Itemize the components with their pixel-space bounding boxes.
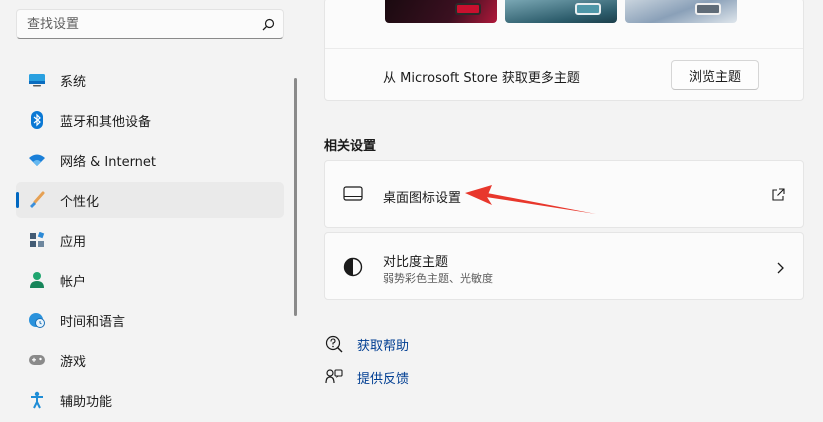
sidebar-nav: 系统 蓝牙和其他设备 网络 & Internet 个性化 应用 帐户 时间和语言… <box>16 62 284 422</box>
theme-color-chip <box>695 3 721 15</box>
chevron-right-icon[interactable] <box>775 260 785 279</box>
search-input[interactable] <box>17 16 253 32</box>
contrast-themes-card[interactable]: 对比度主题 弱势彩色主题、光敏度 <box>324 232 804 300</box>
sidebar-item-label: 游戏 <box>60 354 87 370</box>
sidebar-item-gaming[interactable]: 游戏 <box>16 342 284 378</box>
feedback-icon <box>324 367 344 387</box>
sidebar-item-label: 应用 <box>60 234 87 250</box>
related-settings-title: 相关设置 <box>324 139 377 154</box>
contrast-icon <box>343 257 363 281</box>
store-text: 从 Microsoft Store 获取更多主题 <box>383 71 580 86</box>
theme-color-chip <box>455 3 481 15</box>
card-title: 对比度主题 <box>383 255 449 270</box>
sidebar-item-bluetooth[interactable]: 蓝牙和其他设备 <box>16 102 284 138</box>
wifi-icon <box>28 151 46 169</box>
card-title: 桌面图标设置 <box>383 191 462 206</box>
accessibility-icon <box>28 391 46 409</box>
help-icon <box>324 334 344 354</box>
brush-icon <box>28 191 46 209</box>
desktop-icon <box>343 186 363 206</box>
external-link-icon[interactable] <box>771 187 785 206</box>
sidebar-item-label: 时间和语言 <box>60 314 126 330</box>
search-box[interactable] <box>16 9 284 39</box>
theme-thumbnail-lake[interactable] <box>505 0 617 23</box>
person-icon <box>28 271 46 289</box>
theme-thumbnail-bloom[interactable] <box>625 0 737 23</box>
get-help-link[interactable]: 获取帮助 <box>324 334 409 354</box>
sidebar-item-accessibility[interactable]: 辅助功能 <box>16 382 284 418</box>
link-label: 获取帮助 <box>357 338 410 354</box>
system-monitor-icon <box>28 71 46 89</box>
globe-clock-icon <box>28 311 46 329</box>
sidebar-item-label: 个性化 <box>60 194 100 210</box>
theme-color-chip <box>575 3 601 15</box>
card-subtitle: 弱势彩色主题、光敏度 <box>383 272 493 285</box>
give-feedback-link[interactable]: 提供反馈 <box>324 367 409 387</box>
desktop-icon-settings-card[interactable]: 桌面图标设置 <box>324 160 804 228</box>
theme-thumbnail-dark[interactable] <box>385 0 497 23</box>
browse-themes-button[interactable]: 浏览主题 <box>671 60 759 90</box>
sidebar-item-system[interactable]: 系统 <box>16 62 284 98</box>
sidebar-item-label: 蓝牙和其他设备 <box>60 114 152 130</box>
sidebar-item-accounts[interactable]: 帐户 <box>16 262 284 298</box>
sidebar-item-label: 帐户 <box>60 274 87 290</box>
sidebar-item-label: 系统 <box>60 74 87 90</box>
search-icon[interactable] <box>253 10 283 38</box>
link-label: 提供反馈 <box>357 371 410 387</box>
sidebar-item-time-language[interactable]: 时间和语言 <box>16 302 284 338</box>
sidebar-scrollbar[interactable] <box>294 78 297 316</box>
sidebar-item-label: 辅助功能 <box>60 394 113 410</box>
apps-icon <box>28 231 46 249</box>
bluetooth-icon <box>28 111 46 129</box>
divider <box>325 48 803 49</box>
sidebar-item-apps[interactable]: 应用 <box>16 222 284 258</box>
sidebar-item-personalization[interactable]: 个性化 <box>16 182 284 218</box>
sidebar-item-label: 网络 & Internet <box>60 154 157 170</box>
sidebar-item-network[interactable]: 网络 & Internet <box>16 142 284 178</box>
gamepad-icon <box>28 351 46 369</box>
